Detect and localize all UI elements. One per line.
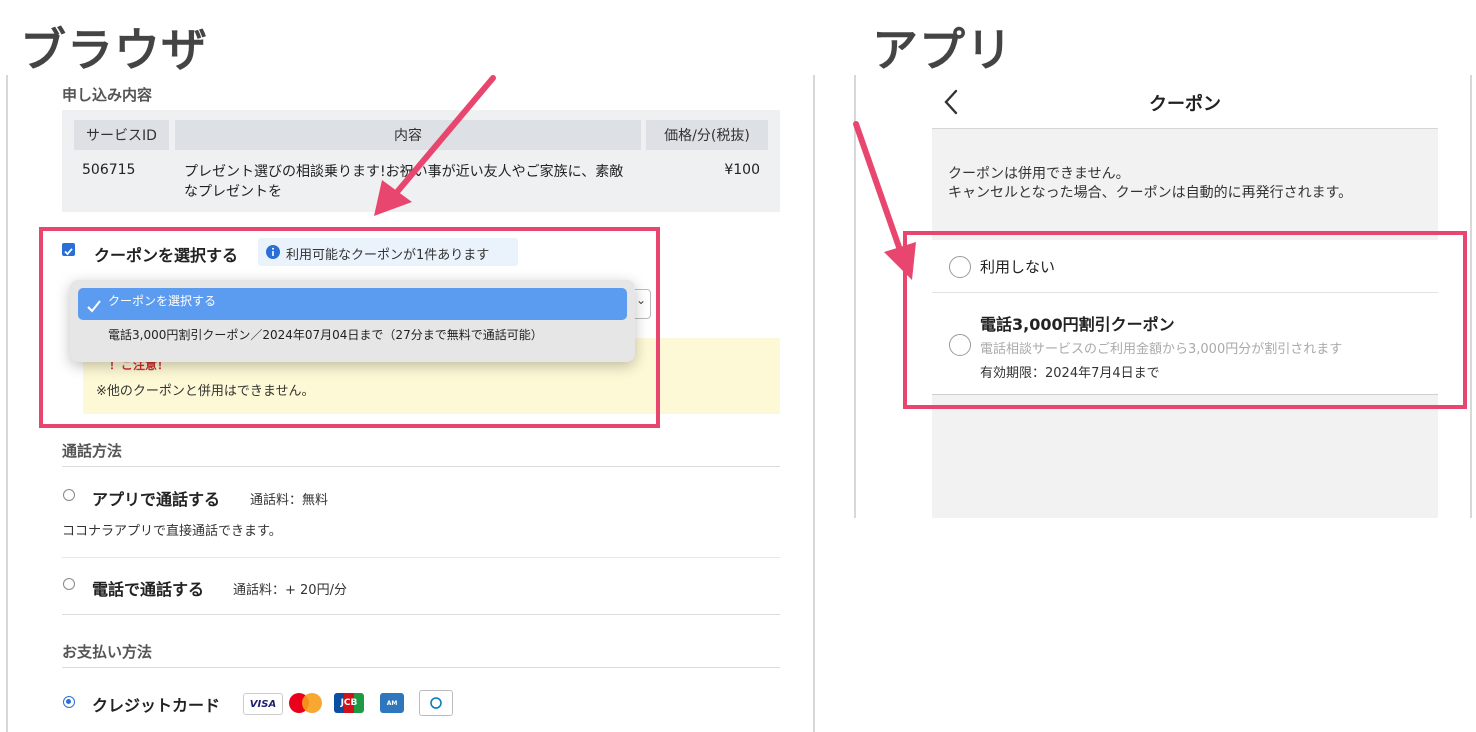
- table-header-price: 価格/分(税抜): [646, 120, 768, 150]
- app-notice-line-2: キャンセルとなった場合、クーポンは自動的に再発行されます。: [948, 185, 1353, 201]
- order-section-title: 申し込み内容: [62, 86, 153, 104]
- call-phone-fee: 通話料：+ 20円/分: [233, 583, 347, 598]
- app-notice: クーポンは併用できません。 キャンセルとなった場合、クーポンは自動的に再発行され…: [948, 165, 1352, 203]
- call-app-radio[interactable]: [63, 489, 75, 501]
- mastercard-icon: [289, 693, 323, 713]
- diners-icon: [419, 690, 453, 716]
- divider: [62, 557, 780, 558]
- browser-label: ブラウザ: [20, 23, 208, 77]
- call-app-label[interactable]: アプリで通話する: [92, 486, 220, 510]
- panel-border-right: [1470, 75, 1472, 518]
- jcb-icon: JCB: [334, 693, 364, 713]
- visa-icon: VISA: [243, 693, 283, 715]
- credit-card-radio[interactable]: [63, 696, 75, 708]
- arrow-annotation-browser: [374, 75, 496, 216]
- credit-card-label[interactable]: クレジットカード: [92, 692, 220, 716]
- panel-border-right: [813, 75, 815, 732]
- divider: [62, 614, 780, 615]
- table-cell-id: 506715: [82, 162, 136, 178]
- call-app-fee: 通話料：無料: [250, 493, 329, 508]
- table-header-id: サービスID: [74, 120, 169, 150]
- call-app-desc: ココナラアプリで直接通話できます。: [62, 524, 282, 539]
- arrow-annotation-app: [853, 121, 916, 280]
- call-section-title: 通話方法: [62, 442, 123, 460]
- highlight-box-app: [903, 231, 1467, 409]
- divider: [62, 466, 780, 467]
- payment-section-title: お支払い方法: [62, 643, 153, 661]
- call-phone-label[interactable]: 電話で通話する: [92, 576, 204, 600]
- panel-border-left: [6, 75, 8, 732]
- highlight-box-browser: [39, 227, 660, 428]
- call-phone-radio[interactable]: [63, 578, 75, 590]
- app-notice-line-1: クーポンは併用できません。: [948, 166, 1130, 182]
- back-chevron-icon[interactable]: [941, 88, 961, 116]
- app-label: アプリ: [872, 23, 1013, 77]
- amex-icon: AM: [380, 693, 404, 713]
- divider: [62, 667, 780, 668]
- app-header-title: クーポン: [1149, 94, 1221, 115]
- divider: [932, 128, 1438, 129]
- table-cell-price: ¥100: [724, 162, 760, 178]
